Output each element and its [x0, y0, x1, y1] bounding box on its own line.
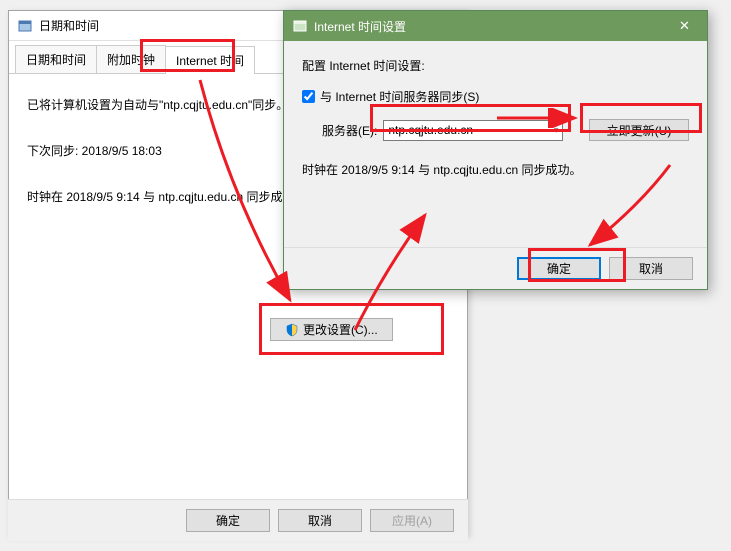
dialog-button-row: 确定 取消 [284, 247, 707, 289]
tab-additional-clocks[interactable]: 附加时钟 [96, 45, 166, 73]
uac-shield-icon [285, 323, 299, 337]
dialog-close-button[interactable]: ✕ [662, 11, 707, 41]
window-title: 日期和时间 [39, 17, 99, 34]
update-now-button[interactable]: 立即更新(U) [589, 119, 689, 141]
change-settings-wrap: 更改设置(C)... [270, 318, 393, 341]
dialog-ok-button[interactable]: 确定 [517, 257, 601, 280]
change-settings-label: 更改设置(C)... [303, 321, 378, 338]
dialog-icon [292, 18, 308, 34]
dialog-title: Internet 时间设置 [314, 18, 406, 35]
bg-apply-button: 应用(A) [370, 509, 454, 532]
bg-button-row: 确定 取消 应用(A) [8, 499, 468, 541]
bg-cancel-button[interactable]: 取消 [278, 509, 362, 532]
bg-ok-button[interactable]: 确定 [186, 509, 270, 532]
server-value: ntp.cqjtu.edu.cn [388, 123, 473, 137]
tab-internet-time[interactable]: Internet 时间 [165, 46, 255, 74]
server-row: 服务器(E): ntp.cqjtu.edu.cn ▾ 立即更新(U) [302, 119, 689, 141]
combo-arrow-icon: ▾ [554, 125, 559, 136]
dialog-status-text: 时钟在 2018/9/5 9:14 与 ntp.cqjtu.edu.cn 同步成… [302, 161, 689, 178]
internet-time-settings-dialog: Internet 时间设置 ✕ 配置 Internet 时间设置: 与 Inte… [283, 10, 708, 290]
dialog-body: 配置 Internet 时间设置: 与 Internet 时间服务器同步(S) … [284, 41, 707, 208]
sync-checkbox-label: 与 Internet 时间服务器同步(S) [320, 88, 479, 105]
server-combo[interactable]: ntp.cqjtu.edu.cn ▾ [383, 120, 563, 141]
app-icon [17, 18, 33, 34]
dialog-titlebar: Internet 时间设置 ✕ [284, 11, 707, 41]
sync-checkbox[interactable] [302, 90, 315, 103]
dialog-cancel-button[interactable]: 取消 [609, 257, 693, 280]
config-label: 配置 Internet 时间设置: [302, 57, 689, 74]
server-label: 服务器(E): [322, 122, 377, 139]
sync-checkbox-row: 与 Internet 时间服务器同步(S) [302, 88, 689, 105]
tab-datetime[interactable]: 日期和时间 [15, 45, 97, 73]
change-settings-button[interactable]: 更改设置(C)... [270, 318, 393, 341]
